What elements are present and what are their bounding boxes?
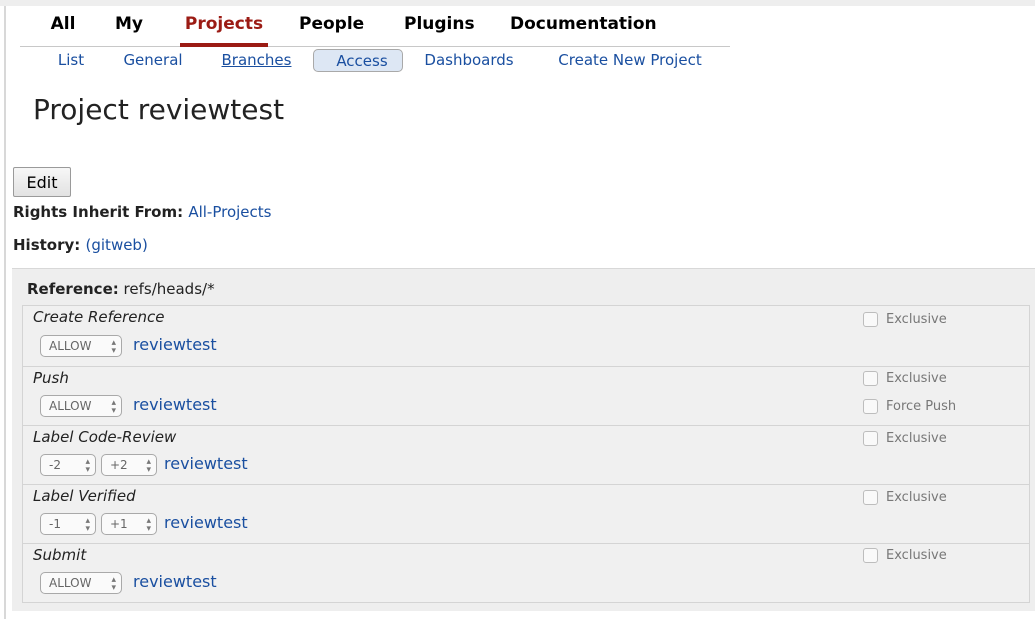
top-menu-documentation[interactable]: Documentation xyxy=(510,12,657,46)
action-select-value: ALLOW xyxy=(49,399,92,413)
permission-name: Label Code-Review xyxy=(33,428,177,446)
permission-name: Push xyxy=(33,369,69,387)
permission-name: Label Verified xyxy=(33,487,136,505)
page-title: Project reviewtest xyxy=(33,93,285,126)
action-select-value: ALLOW xyxy=(49,339,92,353)
permission-create-reference: Create Reference ALLOW ▴ ▾ reviewtest Exc… xyxy=(22,305,1030,367)
group-link[interactable]: reviewtest xyxy=(164,513,248,532)
history-row: History: (gitweb) xyxy=(13,236,148,254)
group-link[interactable]: reviewtest xyxy=(133,395,217,414)
exclusive-label: Exclusive xyxy=(886,371,947,386)
group-link[interactable]: reviewtest xyxy=(164,454,248,473)
updown-arrow-icon: ▴ ▾ xyxy=(85,457,90,475)
top-menu-projects[interactable]: Projects xyxy=(180,12,268,47)
action-select[interactable]: ALLOW ▴ ▾ xyxy=(40,395,122,417)
max-value: +1 xyxy=(110,517,128,531)
exclusive-label: Exclusive xyxy=(886,548,947,563)
min-value-select[interactable]: -2 ▴ ▾ xyxy=(40,454,96,476)
left-edge xyxy=(4,6,6,619)
max-value-select[interactable]: +2 ▴ ▾ xyxy=(101,454,157,476)
group-link[interactable]: reviewtest xyxy=(133,572,217,591)
permission-label-code-review: Label Code-Review -2 ▴ ▾ +2 ▴ ▾ reviewtest… xyxy=(22,425,1030,485)
sub-menu-access[interactable]: Access xyxy=(313,49,403,72)
permission-label-verified: Label Verified -1 ▴ ▾ +1 ▴ ▾ reviewtest Ex… xyxy=(22,484,1030,544)
updown-arrow-icon: ▴ ▾ xyxy=(111,398,116,416)
top-menu-plugins[interactable]: Plugins xyxy=(404,12,475,46)
min-value: -2 xyxy=(49,458,61,472)
permission-submit: Submit ALLOW ▴ ▾ reviewtest Exclusive xyxy=(22,543,1030,603)
sub-menu-list[interactable]: List xyxy=(54,49,88,72)
edit-button[interactable]: Edit xyxy=(13,167,71,197)
action-select-value: ALLOW xyxy=(49,576,92,590)
gitweb-link[interactable]: (gitweb) xyxy=(86,236,148,254)
rights-inherit-link[interactable]: All-Projects xyxy=(188,203,271,221)
min-value: -1 xyxy=(49,517,61,531)
checkbox-icon xyxy=(863,431,878,446)
sub-menu-dashboards[interactable]: Dashboards xyxy=(421,49,517,72)
updown-arrow-icon: ▴ ▾ xyxy=(146,516,151,534)
action-select[interactable]: ALLOW ▴ ▾ xyxy=(40,572,122,594)
checkbox-icon xyxy=(863,490,878,505)
updown-arrow-icon: ▴ ▾ xyxy=(111,575,116,593)
min-value-select[interactable]: -1 ▴ ▾ xyxy=(40,513,96,535)
reference-label: Reference: xyxy=(27,280,119,298)
top-menu-my[interactable]: My xyxy=(112,12,146,46)
checkbox-icon xyxy=(863,371,878,386)
checkbox-icon xyxy=(863,399,878,414)
force-push-label: Force Push xyxy=(886,399,957,414)
max-value-select[interactable]: +1 ▴ ▾ xyxy=(101,513,157,535)
permission-name: Create Reference xyxy=(33,308,165,326)
sub-menu-branches[interactable]: Branches xyxy=(218,49,295,72)
updown-arrow-icon: ▴ ▾ xyxy=(85,516,90,534)
group-link[interactable]: reviewtest xyxy=(133,335,217,354)
rights-inherit-label: Rights Inherit From: xyxy=(13,203,184,221)
exclusive-label: Exclusive xyxy=(886,312,947,327)
action-select[interactable]: ALLOW ▴ ▾ xyxy=(40,335,122,357)
history-label: History: xyxy=(13,236,81,254)
permission-push: Push ALLOW ▴ ▾ reviewtest Exclusive Force… xyxy=(22,366,1030,426)
top-menu-people[interactable]: People xyxy=(299,12,364,46)
updown-arrow-icon: ▴ ▾ xyxy=(146,457,151,475)
reference-value: refs/heads/* xyxy=(123,280,215,298)
exclusive-label: Exclusive xyxy=(886,431,947,446)
reference-row: Reference: refs/heads/* xyxy=(27,280,215,298)
top-menu: All My Projects People Plugins Documenta… xyxy=(20,12,730,47)
top-menu-all[interactable]: All xyxy=(48,12,78,46)
rights-inherit-row: Rights Inherit From: All-Projects xyxy=(13,203,271,221)
sub-menu-create-new-project[interactable]: Create New Project xyxy=(550,49,710,72)
checkbox-icon xyxy=(863,548,878,563)
top-edge xyxy=(0,0,1035,6)
exclusive-label: Exclusive xyxy=(886,490,947,505)
permission-name: Submit xyxy=(33,546,87,564)
max-value: +2 xyxy=(110,458,128,472)
updown-arrow-icon: ▴ ▾ xyxy=(111,338,116,356)
sub-menu-general[interactable]: General xyxy=(120,49,186,72)
checkbox-icon xyxy=(863,312,878,327)
